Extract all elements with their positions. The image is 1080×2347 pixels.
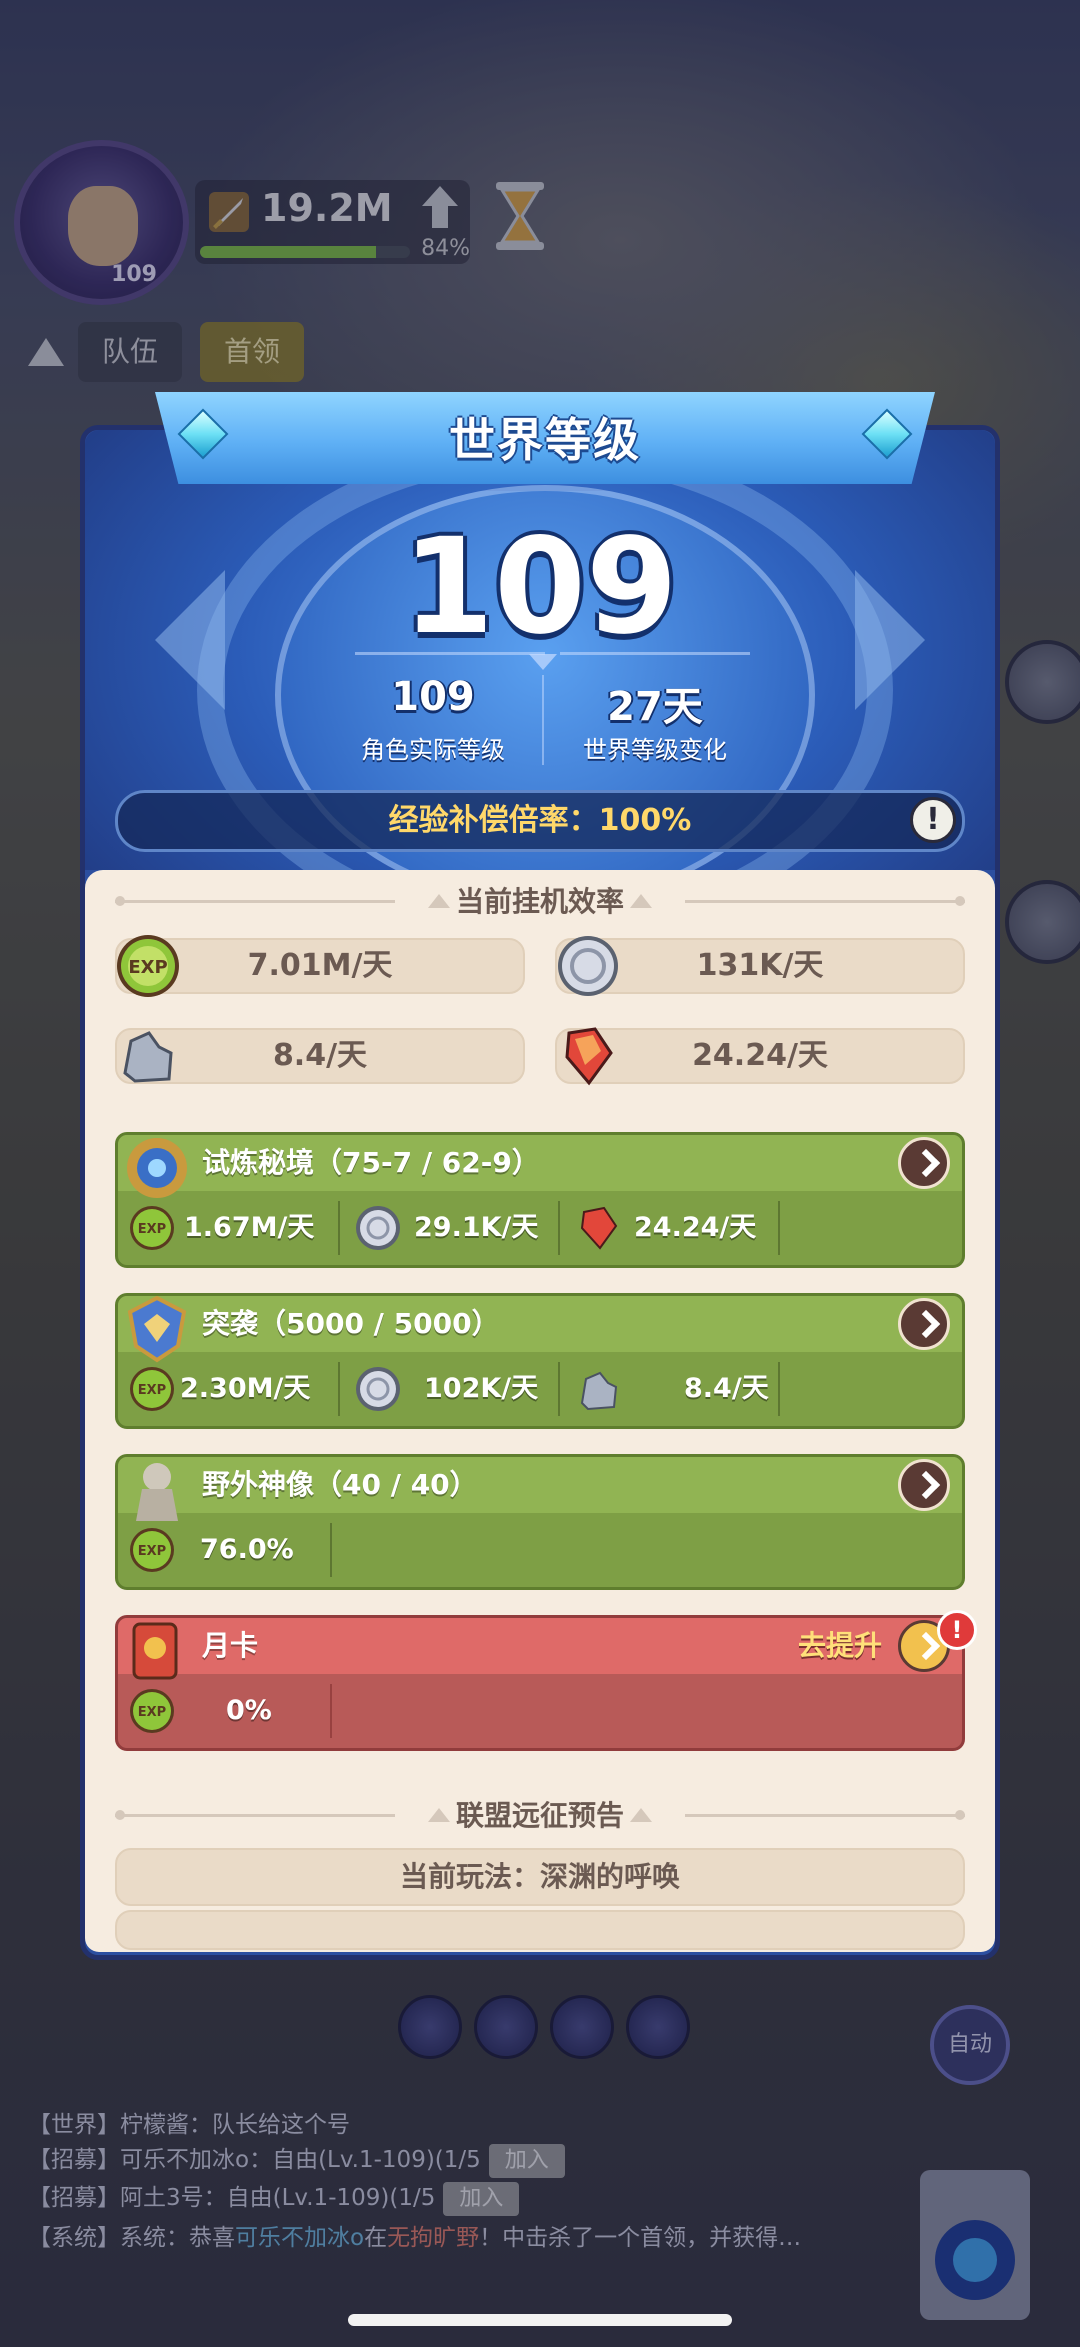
upgrade-link[interactable]: 去提升 (798, 1618, 882, 1674)
info-icon[interactable]: ! (910, 797, 956, 843)
red-crystal-icon (580, 1206, 618, 1250)
silver-coin-icon (356, 1206, 400, 1250)
exp-icon: EXP (117, 935, 179, 997)
alliance-header-text: 联盟远征预告 (427, 1794, 653, 1834)
svg-text:EXP: EXP (138, 1705, 166, 1720)
modal-header-panel: 109 109 角色实际等级 27天 世界等级变化 经验补偿倍率：100% ! (85, 430, 995, 870)
source-title: 突袭（5000 / 5000） (202, 1307, 500, 1340)
stone-icon (123, 1031, 173, 1083)
home-indicator[interactable] (348, 2314, 732, 2326)
efficiency-header-text: 当前挂机效率 (427, 880, 653, 920)
svg-text:EXP: EXP (138, 1222, 166, 1237)
exp-icon: EXP (130, 1528, 174, 1572)
world-level-value: 109 (402, 510, 678, 664)
silver-coin-icon (356, 1367, 400, 1411)
exp-icon: EXP (130, 1206, 174, 1250)
source-exp: 76.0% (200, 1534, 294, 1565)
exp-compensation-bar: 经验补偿倍率：100% ! (115, 790, 965, 852)
level-change-label: 世界等级变化 (583, 736, 727, 764)
exp-rate-label: 经验补偿倍率： (388, 803, 599, 838)
divider (560, 652, 750, 655)
source-crystal: 24.24/天 (634, 1212, 757, 1243)
divider (355, 652, 545, 655)
silver-coin-icon (558, 936, 618, 996)
divider-triangle (529, 654, 557, 670)
alliance-current-mode: 当前玩法：深渊的呼唤 (115, 1848, 965, 1906)
title-banner: 世界等级 (155, 392, 935, 484)
alliance-header: 联盟远征预告 (115, 1794, 965, 1834)
stone-icon (580, 1371, 618, 1411)
source-card-statue[interactable]: 野外神像（40 / 40） EXP 76.0% (115, 1454, 965, 1590)
modal-title: 世界等级 (449, 413, 641, 467)
world-level-modal: 109 109 角色实际等级 27天 世界等级变化 经验补偿倍率：100% ! … (80, 392, 1000, 1960)
actual-level-label: 角色实际等级 (361, 736, 505, 764)
red-crystal-icon (565, 1027, 613, 1086)
exp-rate-value: 100% (598, 803, 692, 838)
source-card-monthly[interactable]: 月卡 去提升 EXP 0% (115, 1615, 965, 1751)
source-card-trial[interactable]: 试炼秘境（75-7 / 62-9） EXP 1.67M/天 29.1K/天 24… (115, 1132, 965, 1268)
chevron-right-icon[interactable] (898, 1459, 950, 1511)
source-exp: 0% (226, 1695, 272, 1726)
level-change-value: 27天 (607, 684, 703, 730)
modal-body: 当前挂机效率 7.01M/天 131K/天 8.4/天 24.24/天 EXP … (85, 870, 995, 1952)
stat-separator (542, 675, 544, 765)
source-exp: 1.67M/天 (184, 1212, 315, 1243)
source-coin: 102K/天 (424, 1373, 539, 1404)
source-title: 试炼秘境（75-7 / 62-9） (202, 1146, 540, 1179)
svg-text:EXP: EXP (138, 1544, 166, 1559)
svg-text:EXP: EXP (128, 957, 167, 978)
exp-icon: EXP (130, 1689, 174, 1733)
chevron-right-icon[interactable] (898, 1137, 950, 1189)
source-coin: 29.1K/天 (414, 1212, 539, 1243)
source-title: 月卡 (202, 1629, 259, 1662)
alert-badge: ! (937, 1610, 977, 1650)
svg-text:EXP: EXP (138, 1383, 166, 1398)
source-card-raid[interactable]: 突袭（5000 / 5000） EXP 2.30M/天 102K/天 8.4/天 (115, 1293, 965, 1429)
exp-icon: EXP (130, 1367, 174, 1411)
source-title: 野外神像（40 / 40） (202, 1468, 478, 1501)
chevron-right-icon[interactable] (898, 1298, 950, 1350)
source-exp: 2.30M/天 (180, 1373, 311, 1404)
actual-level-value: 109 (391, 674, 475, 720)
source-stone: 8.4/天 (684, 1373, 769, 1404)
alliance-countdown (115, 1910, 965, 1950)
efficiency-header: 当前挂机效率 (115, 880, 965, 920)
